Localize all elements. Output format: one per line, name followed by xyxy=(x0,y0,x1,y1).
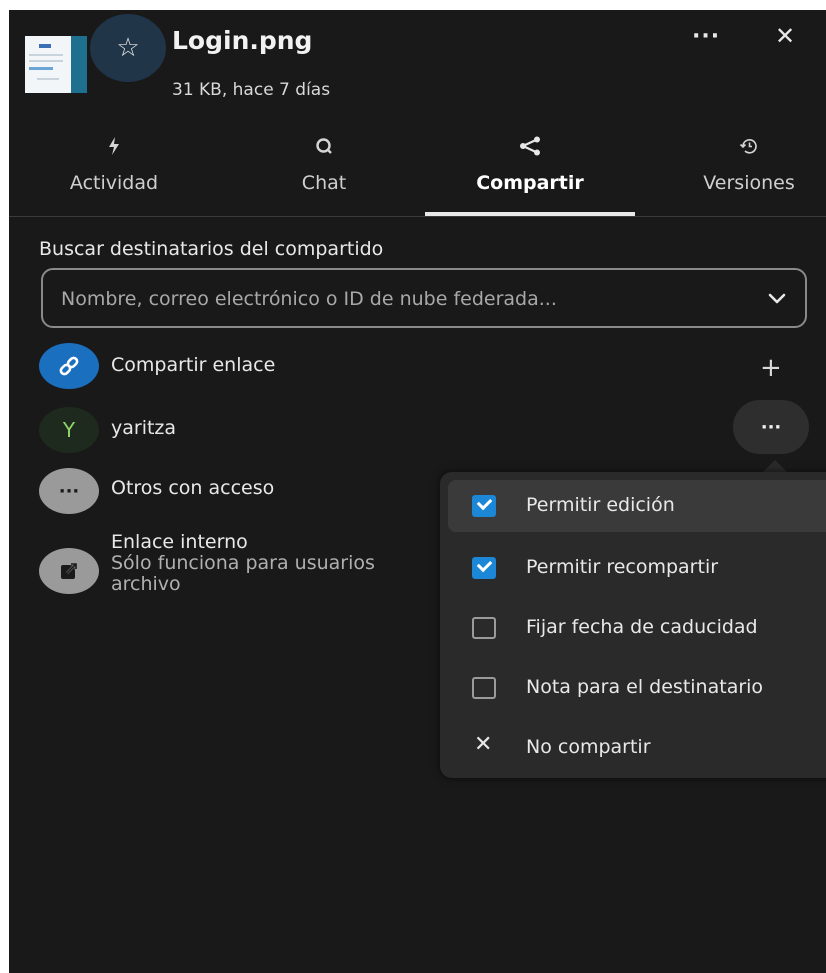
share-user-name: yaritza xyxy=(111,417,177,439)
file-name: Login.png xyxy=(172,26,313,55)
checkbox-empty-icon[interactable] xyxy=(472,617,496,639)
tab-chat[interactable]: Chat xyxy=(259,136,389,194)
menu-item-fecha-caducidad[interactable]: Fijar fecha de caducidad xyxy=(448,602,826,654)
ellipsis-icon: ··· xyxy=(39,468,99,514)
checkbox-checked-icon[interactable] xyxy=(472,557,496,579)
search-label: Buscar destinatarios del compartido xyxy=(39,238,384,260)
close-icon[interactable]: ✕ xyxy=(775,22,795,50)
checkbox-checked-icon[interactable] xyxy=(472,495,496,517)
add-link-plus-icon[interactable]: + xyxy=(760,353,782,383)
others-access-label: Otros con acceso xyxy=(111,477,275,499)
internal-link-desc-1: Sólo funciona para usuarios xyxy=(111,552,375,574)
share-options-menu: Permitir edición Permitir recompartir Fi… xyxy=(440,472,826,778)
chevron-down-icon[interactable] xyxy=(767,286,787,310)
tab-versiones[interactable]: Versiones xyxy=(674,136,824,194)
menu-item-permitir-recompartir[interactable]: Permitir recompartir xyxy=(448,542,826,594)
menu-item-permitir-edicion[interactable]: Permitir edición xyxy=(448,480,826,532)
bolt-icon xyxy=(39,136,189,164)
history-icon xyxy=(674,136,824,164)
close-icon: ✕ xyxy=(474,732,493,757)
share-icon xyxy=(435,136,625,164)
recipient-search-input[interactable]: Nombre, correo electrónico o ID de nube … xyxy=(41,268,807,328)
checkbox-empty-icon[interactable] xyxy=(472,677,496,699)
user-avatar: Y xyxy=(39,407,99,453)
share-link-label: Compartir enlace xyxy=(111,354,276,376)
link-icon xyxy=(39,343,99,389)
tab-compartir[interactable]: Compartir xyxy=(435,136,625,194)
tab-actividad[interactable]: Actividad xyxy=(39,136,189,194)
menu-item-nota-destinatario[interactable]: Nota para el destinatario xyxy=(448,662,826,714)
chat-icon xyxy=(259,136,389,164)
internal-link-desc-2: archivo xyxy=(111,573,181,595)
sharing-sidebar: ☆ Login.png 31 KB, hace 7 días ··· ✕ Act… xyxy=(9,10,826,973)
favorite-star-icon[interactable]: ☆ xyxy=(90,14,166,82)
search-placeholder: Nombre, correo electrónico o ID de nube … xyxy=(61,288,557,310)
internal-link-title: Enlace interno xyxy=(111,531,248,553)
active-tab-indicator xyxy=(425,212,635,216)
more-actions-icon[interactable]: ··· xyxy=(692,24,720,49)
share-options-button[interactable]: ··· xyxy=(733,400,809,454)
sidebar-tabs: Actividad Chat Compartir Versiones xyxy=(9,136,826,217)
menu-item-no-compartir[interactable]: ✕ No compartir xyxy=(448,722,826,774)
file-thumbnail xyxy=(25,36,87,93)
file-meta: 31 KB, hace 7 días xyxy=(172,80,331,100)
external-link-icon xyxy=(39,548,99,594)
